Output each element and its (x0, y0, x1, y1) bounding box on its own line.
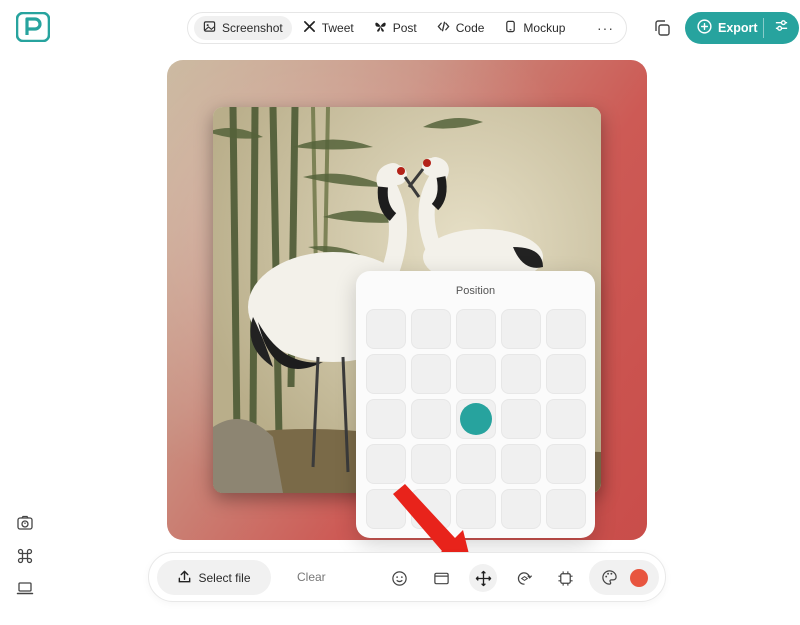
camera-timer-icon[interactable] (16, 514, 34, 532)
app-logo[interactable] (15, 11, 51, 43)
position-cell[interactable] (411, 309, 451, 349)
export-button-group: Export (685, 12, 799, 44)
selected-position-dot (460, 403, 492, 435)
export-button[interactable]: Export (685, 12, 763, 44)
popup-title: Position (455, 285, 496, 297)
sliders-icon (774, 18, 789, 38)
color-swatch[interactable] (629, 568, 648, 587)
window-frame-icon[interactable] (427, 564, 455, 592)
command-icon[interactable] (16, 547, 34, 565)
tab-tweet[interactable]: Tweet (294, 16, 363, 40)
position-cell[interactable] (366, 399, 406, 439)
tab-post[interactable]: Post (365, 16, 426, 40)
tab-label: Post (392, 21, 417, 35)
upload-icon (177, 569, 192, 587)
color-controls (589, 560, 659, 595)
tab-label: Code (455, 21, 485, 35)
copy-icon[interactable] (652, 18, 672, 38)
position-cell[interactable] (546, 399, 586, 439)
bottom-toolbar: Select file Clear (148, 552, 666, 602)
position-cell[interactable] (546, 444, 586, 484)
palette-icon[interactable] (600, 569, 618, 587)
position-cell[interactable] (546, 489, 586, 529)
position-cell[interactable] (501, 399, 541, 439)
position-cell[interactable] (411, 444, 451, 484)
butterfly-icon (374, 20, 387, 36)
x-icon (303, 20, 316, 36)
tab-mockup[interactable]: Mockup (495, 16, 574, 40)
select-file-label: Select file (198, 570, 251, 585)
position-cell[interactable] (501, 354, 541, 394)
tab-screenshot[interactable]: Screenshot (194, 16, 292, 40)
position-cell[interactable] (411, 354, 451, 394)
tab-label: Tweet (321, 21, 354, 35)
position-cell[interactable] (456, 309, 496, 349)
position-cell[interactable] (501, 489, 541, 529)
position-cell[interactable] (366, 309, 406, 349)
position-cell[interactable] (546, 309, 586, 349)
position-cell[interactable] (366, 354, 406, 394)
tab-label: Screenshot (222, 21, 283, 35)
image-icon (203, 20, 216, 36)
export-icon (697, 19, 712, 37)
rotate-3d-icon[interactable] (510, 564, 538, 592)
export-label: Export (718, 21, 758, 35)
export-settings-button[interactable] (764, 12, 799, 44)
position-cell[interactable] (411, 399, 451, 439)
mode-tabs: Screenshot Tweet Post Code Mockup ··· (187, 12, 627, 44)
tab-code[interactable]: Code (428, 16, 494, 40)
select-file-button[interactable]: Select file (157, 560, 271, 595)
position-cell[interactable] (456, 399, 496, 439)
phone-icon (504, 20, 517, 36)
laptop-icon[interactable] (16, 579, 34, 597)
more-options-button[interactable]: ··· (597, 20, 614, 36)
tab-label: Mockup (523, 21, 566, 35)
position-cell[interactable] (456, 354, 496, 394)
position-cell[interactable] (501, 309, 541, 349)
code-icon (437, 20, 450, 36)
clear-button[interactable]: Clear (297, 570, 326, 584)
crop-frame-icon[interactable] (551, 564, 579, 592)
position-cell[interactable] (456, 444, 496, 484)
position-cell[interactable] (501, 444, 541, 484)
move-icon[interactable] (469, 564, 497, 592)
position-cell[interactable] (546, 354, 586, 394)
emoji-icon[interactable] (385, 564, 413, 592)
position-cell[interactable] (366, 444, 406, 484)
